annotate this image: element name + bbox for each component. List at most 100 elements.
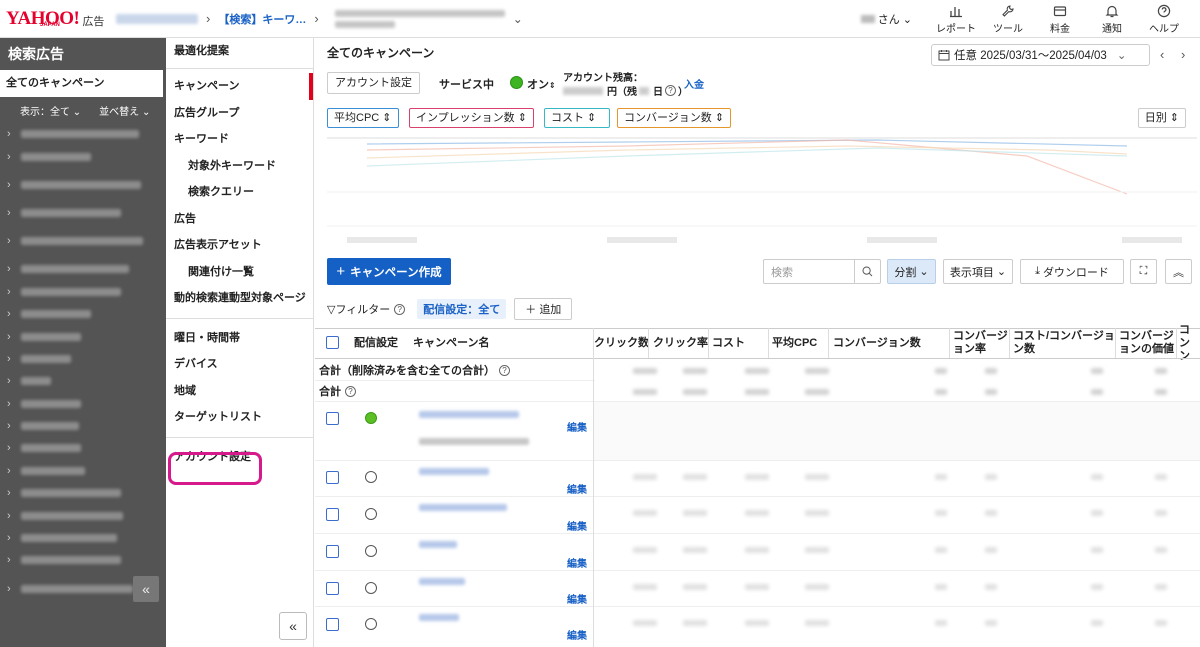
nav-billing[interactable]: 料金 (1034, 4, 1086, 35)
row-checkbox[interactable] (326, 508, 339, 521)
sidebar-campaign-item[interactable]: › (0, 281, 166, 303)
date-range-picker[interactable]: 任意 2025/03/31〜2025/04/03 ⌄ (931, 44, 1150, 66)
sidebar-campaign-item[interactable]: › (0, 224, 166, 258)
col-header-next[interactable]: コンン (1179, 324, 1200, 362)
date-prev-icon[interactable]: ‹ (1160, 47, 1164, 62)
status-radio[interactable] (365, 545, 377, 557)
user-menu[interactable]: さん ⌄ (860, 11, 912, 27)
subnav-ad-groups[interactable]: 広告グループ (166, 100, 313, 127)
chevron-down-icon[interactable]: ⌄ (513, 12, 523, 26)
metric-selector-cost[interactable]: コスト ⇕ (544, 108, 610, 128)
filter-label[interactable]: フィルター (335, 301, 390, 317)
subnav-ads[interactable]: 広告 (166, 206, 313, 233)
subnav-dynamic-search-pages[interactable]: 動的検索連動型対象ページ (166, 285, 313, 312)
nav-help[interactable]: ヘルプ (1138, 4, 1190, 35)
col-header-status[interactable]: 配信設定 (354, 328, 398, 358)
collapse-subnav-icon[interactable]: « (279, 612, 307, 640)
sidebar-campaign-item[interactable]: › (0, 482, 166, 504)
col-header-avg-cpc[interactable]: 平均CPC (772, 328, 817, 358)
row-checkbox[interactable] (326, 582, 339, 595)
search-icon[interactable] (854, 260, 880, 283)
sidebar-campaign-item[interactable]: › (0, 415, 166, 437)
row-checkbox[interactable] (326, 618, 339, 631)
status-toggle[interactable]: オン⇕ (527, 76, 556, 92)
campaign-name-blurred[interactable] (419, 468, 489, 475)
metric-selector-avg-cpc[interactable]: 平均CPC ⇕ (327, 108, 399, 128)
help-icon[interactable]: ? (345, 385, 356, 397)
subnav-campaigns[interactable]: キャンペーン (166, 73, 313, 100)
sidebar-campaign-item[interactable]: › (0, 123, 166, 145)
status-radio[interactable] (365, 508, 377, 520)
status-radio-active[interactable] (365, 412, 377, 424)
subnav-associations[interactable]: 関連付け一覧 (166, 259, 313, 286)
sidebar-campaign-item[interactable]: › (0, 504, 166, 526)
account-settings-button[interactable]: アカウント設定 (327, 72, 420, 94)
sidebar-campaign-item[interactable]: › (0, 370, 166, 392)
sidebar-campaign-item[interactable]: › (0, 549, 166, 571)
columns-button[interactable]: 表示項目 ⌄ (943, 259, 1013, 284)
date-next-icon[interactable]: › (1181, 47, 1185, 62)
sidebar-campaign-item[interactable]: › (0, 437, 166, 459)
sidebar-sort[interactable]: 並べ替え ⌄ (99, 103, 150, 118)
status-radio[interactable] (365, 618, 377, 630)
filter-chip[interactable]: 配信設定：全て (417, 299, 507, 319)
row-checkbox[interactable] (326, 471, 339, 484)
collapse-up-icon[interactable]: ︽ (1165, 259, 1192, 284)
sidebar-campaign-item[interactable]: › (0, 168, 166, 202)
segment-button[interactable]: 分割 ⌄ (887, 259, 936, 284)
fullscreen-icon[interactable]: ⛶ (1130, 259, 1157, 284)
metric-selector-conversions[interactable]: コンバージョン数 ⇕ (617, 108, 732, 128)
collapse-sidebar-icon[interactable]: « (133, 576, 159, 602)
deposit-link[interactable]: 入金 (684, 76, 704, 91)
download-button[interactable]: ⤓ ダウンロード (1020, 259, 1124, 284)
nav-tools[interactable]: ツール (982, 4, 1034, 35)
sidebar-campaign-item[interactable]: › (0, 303, 166, 325)
col-header-cost[interactable]: コスト (712, 328, 745, 358)
edit-link[interactable]: 編集 (567, 419, 587, 434)
nav-report[interactable]: レポート (930, 4, 982, 35)
col-header-cpa[interactable]: コスト/コンバージョ ン数 (1013, 328, 1115, 358)
subnav-negative-keywords[interactable]: 対象外キーワード (166, 153, 313, 180)
campaign-name-blurred[interactable] (419, 504, 507, 511)
status-radio[interactable] (365, 582, 377, 594)
col-header-name[interactable]: キャンペーン名 (413, 328, 489, 358)
edit-link[interactable]: 編集 (567, 627, 587, 642)
help-icon[interactable]: ? (394, 303, 406, 315)
subnav-devices[interactable]: デバイス (166, 351, 313, 378)
subnav-schedule[interactable]: 曜日・時間帯 (166, 325, 313, 352)
row-checkbox[interactable] (326, 545, 339, 558)
campaign-name-blurred[interactable] (419, 614, 459, 621)
help-icon[interactable]: ? (665, 85, 676, 96)
subnav-optimization[interactable]: 最適化提案 (166, 38, 313, 65)
campaign-name-blurred[interactable] (419, 578, 465, 585)
metric-selector-impressions[interactable]: インプレッション数 ⇕ (409, 108, 534, 128)
col-header-cvr[interactable]: コンバージ ョン率 (953, 328, 1008, 358)
create-campaign-button[interactable]: + キャンペーン作成 (327, 258, 451, 285)
subnav-locations[interactable]: 地域 (166, 378, 313, 405)
sidebar-campaign-item[interactable]: › (0, 348, 166, 370)
col-header-ctr[interactable]: クリック率 (653, 328, 708, 358)
filter-icon[interactable]: ▽ (327, 303, 335, 316)
breadcrumb-account-blurred[interactable] (116, 13, 198, 24)
col-header-cv-value[interactable]: コンバージ ョンの価値 (1119, 328, 1174, 358)
col-header-clicks[interactable]: クリック数 (594, 328, 649, 358)
subnav-ad-assets[interactable]: 広告表示アセット (166, 232, 313, 259)
search-input[interactable]: 検索 (764, 264, 854, 280)
breadcrumb-campaign-link[interactable]: 【検索】キーワ… (218, 11, 306, 27)
campaign-name-blurred[interactable] (419, 541, 457, 548)
subnav-search-queries[interactable]: 検索クエリー (166, 179, 313, 206)
granularity-select[interactable]: 日別 ⇕ (1137, 108, 1186, 128)
row-checkbox[interactable] (326, 412, 339, 425)
edit-link[interactable]: 編集 (567, 591, 587, 606)
edit-link[interactable]: 編集 (567, 481, 587, 496)
col-header-conversions[interactable]: コンバージョン数 (833, 328, 921, 358)
campaign-name-blurred[interactable] (419, 411, 519, 418)
sidebar-display-filter[interactable]: 表示：全て ⌄ (20, 103, 81, 118)
sidebar-campaign-item[interactable]: › (0, 527, 166, 549)
sidebar-campaign-item[interactable]: › (0, 393, 166, 415)
sidebar-campaign-item[interactable]: › (0, 460, 166, 482)
sidebar-campaign-item[interactable]: › (0, 325, 166, 347)
status-radio[interactable] (365, 471, 377, 483)
subnav-keywords[interactable]: キーワード (166, 126, 313, 153)
nav-notifications[interactable]: 通知 (1086, 4, 1138, 35)
